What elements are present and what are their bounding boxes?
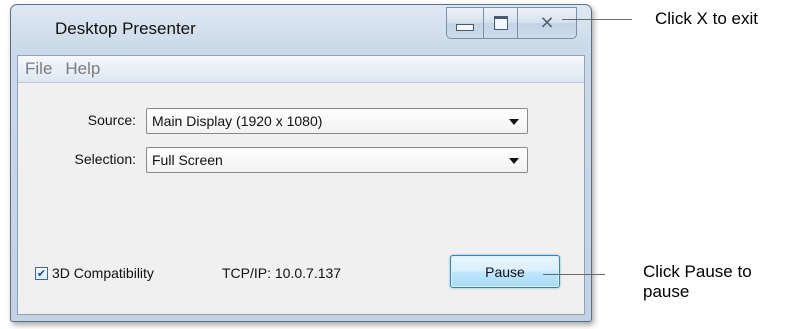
source-value: Main Display (1920 x 1080) [152, 113, 323, 129]
compat-checkbox-label: 3D Compatibility [52, 265, 154, 281]
window-title: Desktop Presenter [55, 19, 196, 38]
close-button[interactable]: ⨯ [517, 7, 577, 39]
chevron-down-icon [509, 158, 519, 164]
minimize-button[interactable] [446, 7, 483, 39]
source-row: Source: Main Display (1920 x 1080) [18, 108, 584, 134]
pause-annotation: Click Pause to pause [643, 262, 752, 301]
tcp-ip-status: TCP/IP: 10.0.7.137 [222, 265, 342, 281]
menu-file[interactable]: File [25, 59, 52, 79]
chevron-down-icon [509, 119, 519, 125]
menu-bar: File Help [18, 56, 584, 83]
menu-help[interactable]: Help [65, 59, 100, 79]
selection-value: Full Screen [152, 152, 223, 168]
title-bar[interactable]: Desktop Presenter ⨯ [11, 5, 591, 55]
maximize-button[interactable] [483, 7, 517, 39]
close-icon: ⨯ [539, 12, 555, 33]
source-dropdown[interactable]: Main Display (1920 x 1080) [146, 108, 528, 134]
selection-label: Selection: [74, 151, 136, 167]
compat-checkbox-group[interactable]: ✔ 3D Compatibility [35, 265, 154, 281]
app-window: Desktop Presenter ⨯ File Help Source: Ma… [10, 4, 592, 322]
compat-checkbox[interactable]: ✔ [35, 266, 48, 280]
exit-leader-line [562, 19, 632, 20]
source-label: Source: [87, 112, 136, 128]
client-area: File Help Source: Main Display (1920 x 1… [17, 55, 585, 315]
selection-row: Selection: Full Screen [18, 147, 584, 173]
selection-dropdown[interactable]: Full Screen [146, 147, 528, 173]
caption-buttons: ⨯ [446, 7, 577, 41]
pause-button[interactable]: Pause [450, 255, 560, 288]
pause-leader-line [543, 274, 605, 275]
exit-annotation: Click X to exit [655, 9, 758, 28]
minimize-icon [456, 23, 474, 31]
maximize-icon [493, 16, 508, 30]
